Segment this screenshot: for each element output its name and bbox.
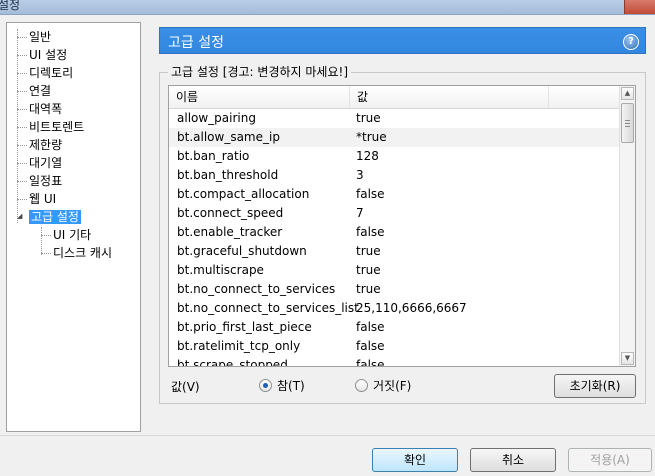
window-title: 설정 bbox=[0, 0, 21, 12]
tree-item-label: 웹 UI bbox=[29, 192, 57, 206]
table-row[interactable]: bt.no_connect_to_services true bbox=[169, 280, 621, 299]
setting-name: bt.ratelimit_tcp_only bbox=[177, 339, 301, 353]
reset-button[interactable]: 초기화(R) bbox=[554, 374, 636, 398]
table-row[interactable]: bt.enable_tracker false bbox=[169, 223, 621, 242]
table-row[interactable]: bt.graceful_shutdown true bbox=[169, 242, 621, 261]
tree-item-label: 디렉토리 bbox=[29, 66, 74, 80]
tree-item-label: 일반 bbox=[29, 30, 52, 44]
table-row[interactable]: bt.ratelimit_tcp_only false bbox=[169, 337, 621, 356]
help-icon[interactable]: ? bbox=[623, 34, 639, 50]
scrollbar-thumb[interactable] bbox=[621, 103, 634, 143]
setting-value: true bbox=[356, 111, 381, 125]
collapse-arrow-icon[interactable]: ◢ bbox=[17, 212, 22, 220]
column-header-empty bbox=[549, 86, 621, 108]
setting-value: 3 bbox=[356, 168, 364, 182]
setting-value: 25,110,6666,6667 bbox=[356, 301, 467, 315]
tree-item-label: UI 설정 bbox=[29, 48, 68, 62]
setting-name: bt.no_connect_to_services_list bbox=[177, 301, 359, 315]
settings-tree[interactable]: 일반 UI 설정 디렉토리 연결 대역폭 비트토렌트 제한량 대기열 일정표 웹… bbox=[6, 22, 141, 432]
scroll-up-icon[interactable]: ▲ bbox=[621, 87, 634, 100]
table-row[interactable]: bt.prio_first_last_piece false bbox=[169, 318, 621, 337]
tree-item-label: 디스크 캐시 bbox=[53, 246, 113, 260]
tree-item-label: 대역폭 bbox=[29, 102, 63, 116]
table-row[interactable]: bt.connect_speed 7 bbox=[169, 204, 621, 223]
tree-item-label: 연결 bbox=[29, 84, 52, 98]
page-title: 고급 설정 bbox=[168, 35, 224, 51]
tree-item-bittorrent[interactable]: 비트토렌트 bbox=[17, 118, 84, 136]
table-row[interactable]: bt.ban_threshold 3 bbox=[169, 166, 621, 185]
tree-item-connection[interactable]: 연결 bbox=[17, 82, 51, 100]
setting-value: false bbox=[356, 358, 385, 367]
setting-name: bt.ban_threshold bbox=[177, 168, 279, 182]
tree-item-label: 고급 설정 bbox=[29, 210, 81, 224]
true-radio[interactable]: 참(T) bbox=[259, 378, 305, 394]
setting-name: bt.scrape_stopped bbox=[177, 358, 288, 367]
close-button[interactable] bbox=[624, 0, 655, 14]
setting-name: bt.multiscrape bbox=[177, 263, 264, 277]
setting-name: allow_pairing bbox=[177, 111, 256, 125]
page-header: 고급 설정 ? bbox=[159, 27, 646, 54]
cancel-button[interactable]: 취소 bbox=[470, 448, 556, 472]
table-row[interactable]: bt.no_connect_to_services_list 25,110,666… bbox=[169, 299, 621, 318]
setting-value: false bbox=[356, 339, 385, 353]
list-header: 이름 값 bbox=[169, 86, 621, 109]
title-bar: 설정 bbox=[0, 0, 655, 15]
tree-item-scheduler[interactable]: 일정표 bbox=[17, 172, 62, 190]
tree-item-web-ui[interactable]: 웹 UI bbox=[17, 190, 56, 208]
footer-separator bbox=[0, 435, 655, 436]
setting-value: 7 bbox=[356, 206, 364, 220]
setting-value: false bbox=[356, 320, 385, 334]
tree-item-ui-settings[interactable]: UI 설정 bbox=[17, 46, 67, 64]
true-radio-label: 참(T) bbox=[277, 379, 305, 393]
settings-list[interactable]: 이름 값 allow_pairing true bt.allow_same_ip *t… bbox=[168, 85, 636, 367]
setting-value: false bbox=[356, 225, 385, 239]
tree-item-directories[interactable]: 디렉토리 bbox=[17, 64, 73, 82]
column-header-value[interactable]: 값 bbox=[350, 86, 549, 108]
tree-item-label: 제한량 bbox=[29, 138, 63, 152]
setting-name: bt.allow_same_ip bbox=[177, 130, 280, 144]
tree-item-disk-cache[interactable]: 디스크 캐시 bbox=[41, 244, 112, 262]
setting-name: bt.graceful_shutdown bbox=[177, 244, 307, 258]
tree-item-advanced[interactable]: 고급 설정 bbox=[29, 208, 81, 226]
false-radio-label: 거짓(F) bbox=[373, 379, 412, 393]
setting-value: true bbox=[356, 282, 381, 296]
tree-item-label: UI 기타 bbox=[53, 228, 92, 242]
setting-value: true bbox=[356, 244, 381, 258]
setting-value: *true bbox=[356, 130, 387, 144]
setting-name: bt.prio_first_last_piece bbox=[177, 320, 312, 334]
setting-value: 128 bbox=[356, 149, 379, 163]
table-row[interactable]: allow_pairing true bbox=[169, 109, 621, 128]
false-radio[interactable]: 거짓(F) bbox=[355, 378, 411, 394]
tree-item-bandwidth[interactable]: 대역폭 bbox=[17, 100, 62, 118]
group-legend: 고급 설정 [경고: 변경하지 마세요!] bbox=[168, 64, 351, 80]
tree-item-label: 대기열 bbox=[29, 156, 63, 170]
setting-name: bt.no_connect_to_services bbox=[177, 282, 336, 296]
tree-item-limits[interactable]: 제한량 bbox=[17, 136, 62, 154]
setting-name: bt.compact_allocation bbox=[177, 187, 310, 201]
setting-name: bt.ban_ratio bbox=[177, 149, 250, 163]
tree-item-label: 비트토렌트 bbox=[29, 120, 85, 134]
value-label: 값(V) bbox=[171, 380, 200, 394]
table-row[interactable]: bt.multiscrape true bbox=[169, 261, 621, 280]
setting-value: true bbox=[356, 263, 381, 277]
tree-item-ui-extras[interactable]: UI 기타 bbox=[41, 226, 91, 244]
table-row[interactable]: bt.allow_same_ip *true bbox=[169, 128, 621, 147]
table-row[interactable]: bt.ban_ratio 128 bbox=[169, 147, 621, 166]
setting-name: bt.enable_tracker bbox=[177, 225, 283, 239]
tree-item-queue[interactable]: 대기열 bbox=[17, 154, 62, 172]
scroll-down-icon[interactable]: ▼ bbox=[621, 352, 634, 365]
radio-unchecked-icon bbox=[355, 379, 368, 392]
tree-item-label: 일정표 bbox=[29, 174, 63, 188]
column-header-name[interactable]: 이름 bbox=[169, 86, 350, 108]
setting-name: bt.connect_speed bbox=[177, 206, 284, 220]
table-row[interactable]: bt.compact_allocation false bbox=[169, 185, 621, 204]
table-row[interactable]: bt.scrape_stopped false bbox=[169, 356, 621, 367]
tree-item-general[interactable]: 일반 bbox=[17, 28, 51, 46]
vertical-scrollbar[interactable]: ▲ ▼ bbox=[619, 86, 635, 366]
apply-button[interactable]: 적용(A) bbox=[568, 448, 652, 472]
setting-value: false bbox=[356, 187, 385, 201]
radio-checked-icon bbox=[259, 379, 272, 392]
ok-button[interactable]: 확인 bbox=[372, 448, 458, 472]
